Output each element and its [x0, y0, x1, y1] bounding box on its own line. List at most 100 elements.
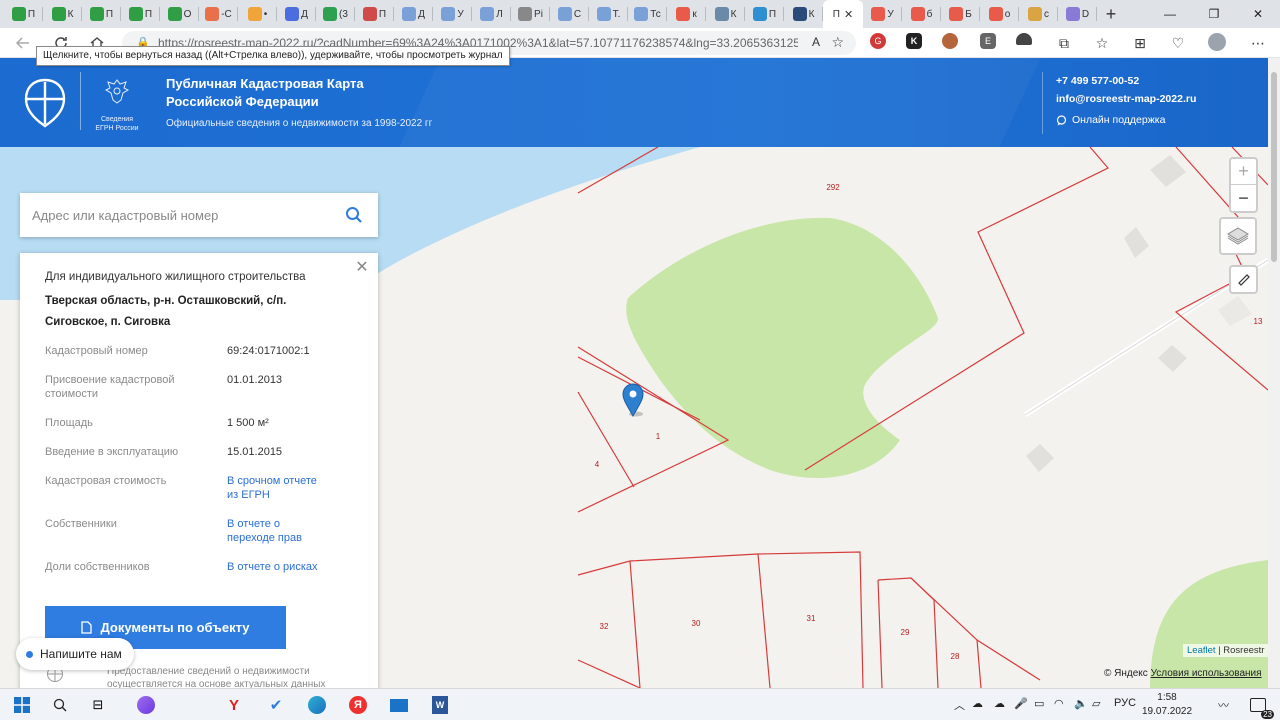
collections-icon[interactable]: ⊞: [1130, 33, 1150, 53]
browser-tab[interactable]: Д: [277, 0, 316, 28]
owner-shares-link[interactable]: В отчете о рисках: [227, 560, 347, 574]
yandex-icon[interactable]: Я: [346, 693, 370, 717]
search-input[interactable]: [32, 207, 332, 223]
browser-tab[interactable]: •: [238, 0, 277, 28]
start-button[interactable]: [10, 693, 34, 717]
show-hidden-icons-icon[interactable]: ︿: [954, 697, 965, 713]
page-scrollbar[interactable]: [1268, 58, 1280, 688]
browser-tab[interactable]: К: [43, 0, 82, 28]
search-icon[interactable]: [344, 205, 364, 225]
read-aloud-icon[interactable]: A: [812, 35, 820, 49]
cadastral-value-link[interactable]: В срочном отчете из ЕГРН: [227, 474, 327, 502]
parcel-label[interactable]: 29: [901, 628, 910, 637]
alice-icon[interactable]: [134, 693, 158, 717]
more-menu-icon[interactable]: ⋯: [1248, 33, 1268, 53]
location-marker-icon[interactable]: [622, 383, 644, 418]
parcel-label[interactable]: 13: [1254, 317, 1263, 326]
extension-avatar-icon[interactable]: [942, 33, 958, 49]
health-icon[interactable]: ♡: [1168, 33, 1188, 53]
browser-tab[interactable]: с: [1019, 0, 1058, 28]
browser-tab[interactable]: Тс: [628, 0, 667, 28]
browser-tab[interactable]: К: [784, 0, 823, 28]
zoom-in-button[interactable]: +: [1231, 159, 1256, 185]
network-icon[interactable]: ▱: [1092, 697, 1100, 710]
browser-tab[interactable]: б: [902, 0, 941, 28]
parcel-label[interactable]: 28: [951, 652, 960, 661]
online-support-link[interactable]: Онлайн поддержка: [1056, 114, 1165, 126]
extension-red-icon[interactable]: G: [870, 33, 886, 49]
measure-button[interactable]: [1229, 265, 1258, 294]
mail-icon[interactable]: [387, 693, 411, 717]
browser-tab[interactable]: о: [980, 0, 1019, 28]
notifications-icon[interactable]: 23: [1244, 693, 1274, 719]
browser-tab[interactable]: У: [863, 0, 902, 28]
edge-icon[interactable]: [305, 693, 329, 717]
browser-tab[interactable]: к: [667, 0, 706, 28]
close-window-button[interactable]: ✕: [1236, 0, 1280, 28]
browser-tab[interactable]: П: [82, 0, 121, 28]
system-clock[interactable]: 1:58 19.07.2022: [1142, 691, 1192, 719]
parcel-label[interactable]: 30: [692, 619, 701, 628]
close-icon[interactable]: ✕: [354, 260, 370, 277]
layers-button[interactable]: [1219, 217, 1257, 255]
owners-link[interactable]: В отчете о переходе прав: [227, 517, 322, 545]
browser-tab[interactable]: -С: [199, 0, 238, 28]
site-logo-icon[interactable]: [24, 78, 66, 128]
minimize-button[interactable]: —: [1148, 0, 1192, 28]
parcel-label[interactable]: 4: [595, 460, 600, 469]
favorite-star-icon[interactable]: ☆: [831, 34, 844, 51]
browser-tab[interactable]: У: [433, 0, 472, 28]
battery-icon[interactable]: ▭: [1034, 697, 1044, 710]
browser-tab[interactable]: П: [745, 0, 784, 28]
contact-phone[interactable]: +7 499 577-00-52: [1056, 75, 1139, 87]
browser-tab[interactable]: К: [706, 0, 745, 28]
wifi-icon[interactable]: ◠: [1054, 697, 1064, 710]
write-us-button[interactable]: Напишите нам: [16, 638, 134, 670]
yandex-browser-icon[interactable]: Y: [222, 693, 246, 717]
cloud-icon[interactable]: ☁: [972, 697, 983, 710]
new-tab-button[interactable]: +: [1097, 0, 1125, 28]
close-tab-icon[interactable]: ✕: [844, 8, 853, 21]
restore-button[interactable]: ❐: [1192, 0, 1236, 28]
profile-avatar-icon[interactable]: [1208, 33, 1226, 51]
volume-icon[interactable]: 🔈: [1074, 697, 1088, 710]
browser-tab[interactable]: П: [121, 0, 160, 28]
language-indicator[interactable]: РУС: [1114, 697, 1136, 709]
task-view-icon[interactable]: ⊟: [86, 693, 110, 717]
onedrive-icon[interactable]: ☁: [994, 697, 1005, 710]
tray-logo-icon[interactable]: 〰: [1218, 697, 1229, 713]
leaflet-link[interactable]: Leaflet: [1187, 645, 1216, 656]
browser-tab[interactable]: С: [550, 0, 589, 28]
extensions-puzzle-icon[interactable]: ⧉: [1054, 33, 1074, 53]
browser-tab[interactable]: П: [4, 0, 43, 28]
parcel-label[interactable]: 292: [826, 183, 840, 192]
extension-e-icon[interactable]: E: [980, 33, 996, 49]
parcel-label[interactable]: 32: [600, 622, 609, 631]
word-icon[interactable]: W: [428, 693, 452, 717]
chat-bubble-icon: [1056, 114, 1067, 125]
cadastral-value-label: Кадастровая стоимость: [45, 475, 167, 487]
terms-link[interactable]: Условия использования: [1151, 668, 1262, 679]
parcel-label[interactable]: 31: [807, 614, 816, 623]
parcel-label[interactable]: 1: [656, 432, 661, 441]
favorites-icon[interactable]: ☆: [1092, 33, 1112, 53]
active-browser-tab[interactable]: П ✕: [823, 0, 863, 28]
browser-tab[interactable]: О: [160, 0, 199, 28]
browser-tab[interactable]: Б: [941, 0, 980, 28]
zoom-out-button[interactable]: −: [1231, 185, 1256, 211]
browser-tab[interactable]: D: [1058, 0, 1097, 28]
search-taskbar-icon[interactable]: [48, 693, 72, 717]
site-title[interactable]: Публичная Кадастровая Карта Российской Ф…: [166, 75, 426, 111]
contact-email[interactable]: info@rosreestr-map-2022.ru: [1056, 93, 1196, 105]
browser-tab[interactable]: Д: [394, 0, 433, 28]
browser-tab[interactable]: Рі: [511, 0, 550, 28]
browser-tab[interactable]: Т.: [589, 0, 628, 28]
browser-tab[interactable]: (3: [316, 0, 355, 28]
extension-hat-icon[interactable]: [1016, 33, 1032, 45]
browser-tab[interactable]: П: [355, 0, 394, 28]
tasks-icon[interactable]: ✔: [264, 693, 288, 717]
back-button[interactable]: [6, 28, 40, 58]
browser-tab[interactable]: Л: [472, 0, 511, 28]
extension-k-icon[interactable]: K: [906, 33, 922, 49]
microphone-icon[interactable]: 🎤: [1014, 697, 1028, 710]
